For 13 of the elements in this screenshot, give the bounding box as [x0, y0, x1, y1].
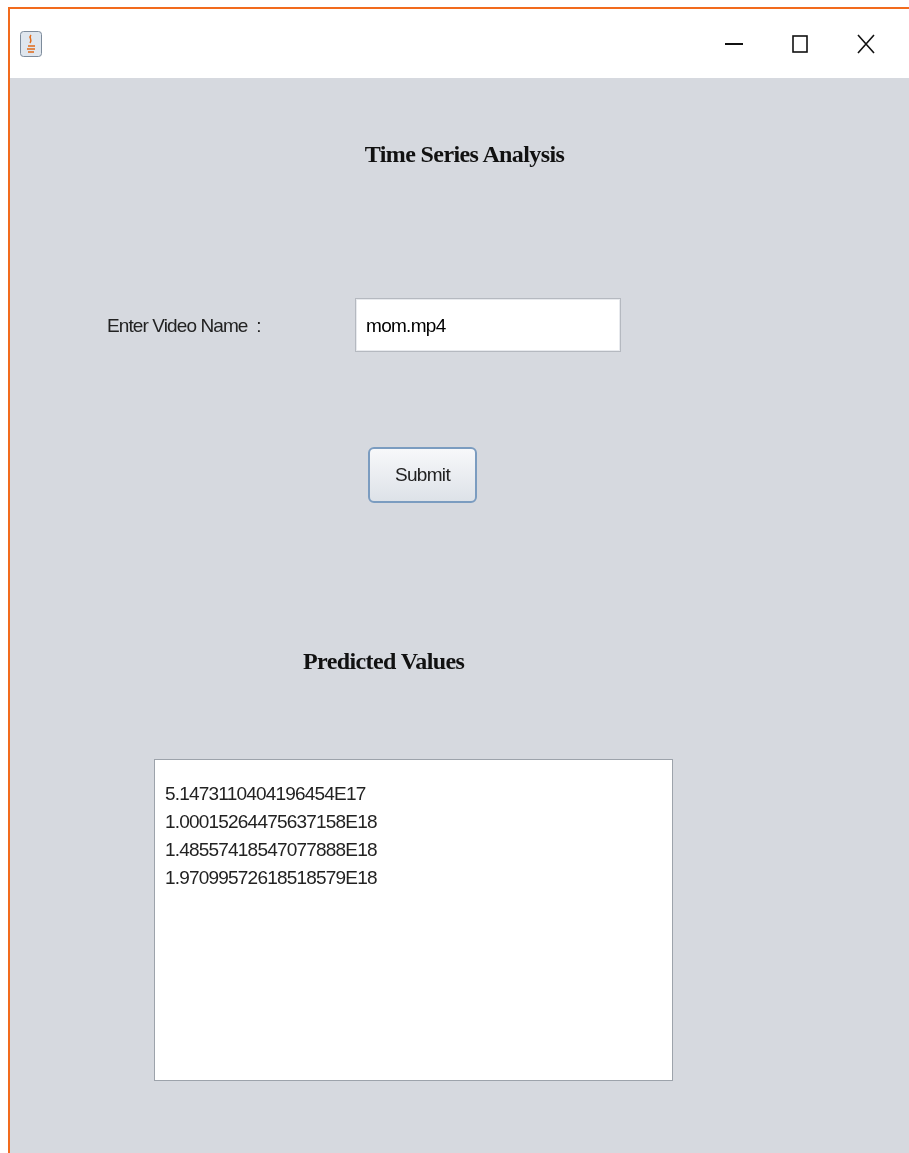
output-line: 1.97099572618518579E18 [165, 866, 378, 890]
output-line: 5.1473110404196454E17 [165, 782, 367, 806]
output-line: 1.00015264475637158E18 [165, 810, 378, 834]
close-icon [857, 33, 875, 54]
submit-button[interactable]: Submit [368, 447, 477, 503]
minimize-icon [725, 42, 743, 45]
maximize-icon [792, 34, 808, 53]
results-heading: Predicted Values [303, 648, 465, 674]
app-title: Time Series Analysis [364, 141, 565, 167]
output-line: 1.48557418547077888E18 [165, 838, 378, 862]
video-name-field[interactable]: mom.mp4 [355, 298, 621, 352]
video-name-label: Enter Video Name : [107, 314, 262, 338]
app-icon [20, 30, 42, 57]
